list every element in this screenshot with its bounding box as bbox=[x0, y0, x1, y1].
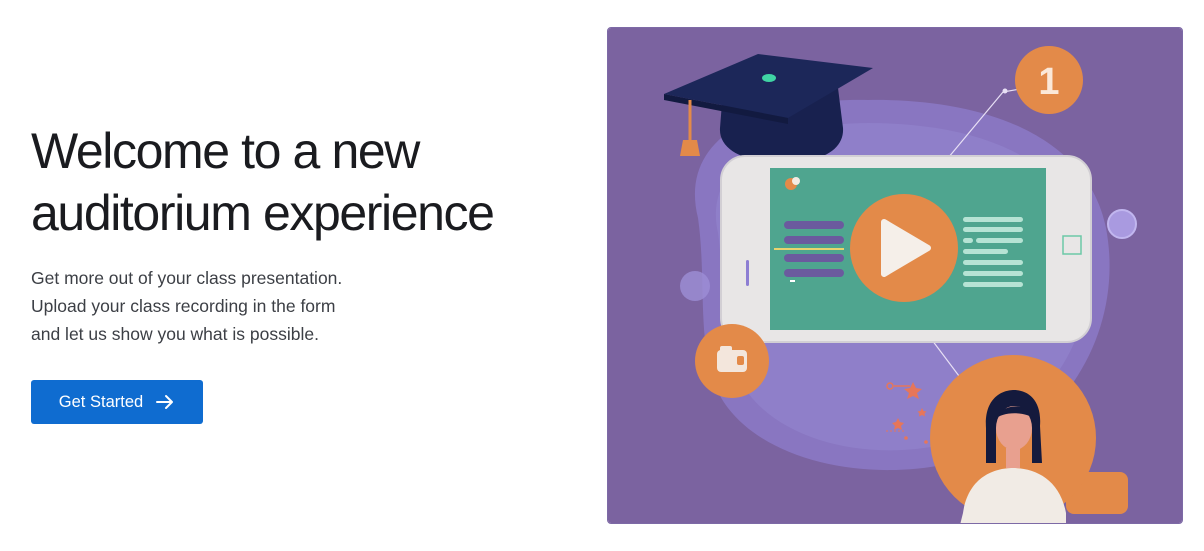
number-badge: 1 bbox=[1015, 46, 1083, 114]
get-started-label: Get Started bbox=[58, 392, 144, 411]
hero-title-line: Welcome to a new bbox=[31, 123, 420, 179]
hero-title: Welcome to a new auditorium experience bbox=[31, 120, 571, 244]
hero-section: Welcome to a new auditorium experience G… bbox=[31, 120, 571, 348]
arrow-right-icon bbox=[156, 395, 174, 409]
get-started-button[interactable]: Get Started bbox=[31, 380, 203, 424]
hero-description-line: Get more out of your class presentation. bbox=[31, 268, 343, 288]
hero-description-line: and let us show you what is possible. bbox=[31, 324, 319, 344]
play-icon bbox=[850, 194, 958, 302]
hero-title-line: auditorium experience bbox=[31, 185, 495, 241]
camera-icon bbox=[695, 324, 769, 398]
hero-description-line: Upload your class recording in the form bbox=[31, 296, 336, 316]
hero-illustration: 1 bbox=[607, 27, 1183, 524]
hero-description: Get more out of your class presentation.… bbox=[31, 264, 571, 348]
badge-number: 1 bbox=[1038, 61, 1059, 103]
